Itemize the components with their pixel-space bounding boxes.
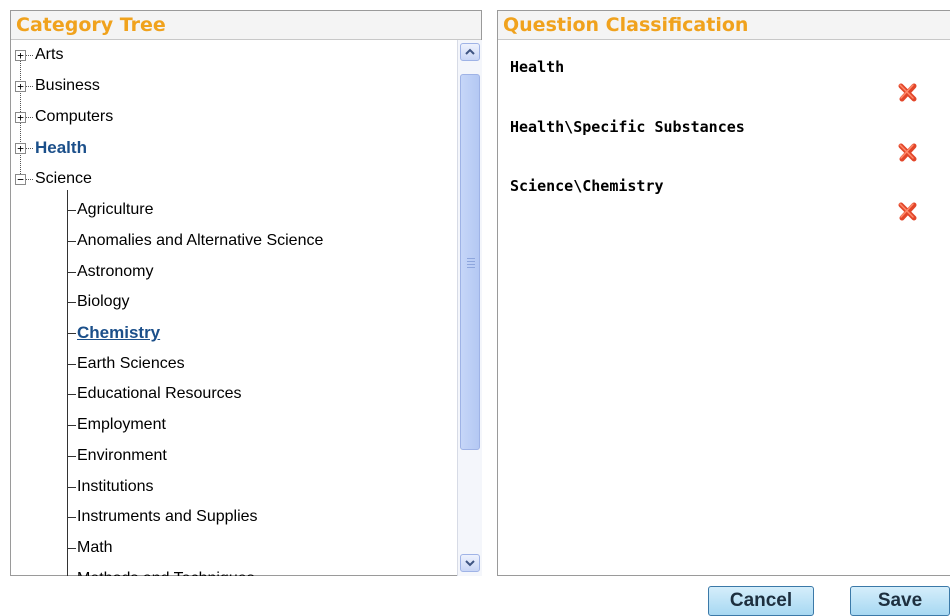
chevron-down-icon (465, 560, 475, 567)
scroll-thumb[interactable] (460, 74, 480, 450)
delete-icon[interactable] (897, 141, 919, 163)
delete-icon[interactable] (897, 81, 919, 103)
tree-item-label[interactable]: Anomalies and Alternative Science (77, 226, 323, 256)
tree-item-label[interactable]: Health (35, 133, 87, 163)
save-button[interactable]: Save (850, 586, 950, 616)
chevron-up-icon (465, 48, 475, 55)
expand-icon[interactable]: + (15, 50, 26, 61)
tree-item-label[interactable]: Instruments and Supplies (77, 502, 258, 532)
tree-scrollbar[interactable] (457, 40, 482, 576)
tree-item-label[interactable]: Computers (35, 102, 113, 132)
collapse-icon[interactable]: − (15, 174, 26, 185)
tree-item-label[interactable]: Arts (35, 40, 63, 70)
tree-item-label[interactable]: Biology (77, 287, 129, 317)
question-classification-panel: Question Classification Health Health\Sp… (497, 10, 950, 576)
tree-item-label[interactable]: Earth Sciences (77, 349, 185, 379)
expand-icon[interactable]: + (15, 143, 26, 154)
tree-item-label[interactable]: Business (35, 71, 100, 101)
tree-item-label[interactable]: Employment (77, 410, 166, 440)
classification-item-label: Science\Chemistry (510, 177, 664, 195)
category-tree-title: Category Tree (11, 11, 481, 40)
category-tree-panel: Category Tree + Arts + Business + Comput… (10, 10, 482, 576)
scroll-down-button[interactable] (460, 554, 480, 572)
expand-icon[interactable]: + (15, 81, 26, 92)
expand-icon[interactable]: + (15, 112, 26, 123)
tree-item-label[interactable]: Institutions (77, 472, 153, 502)
tree-item-label[interactable]: Science (35, 164, 92, 194)
category-tree: + Arts + Business + Computers + Health −… (11, 40, 457, 576)
tree-item-label[interactable]: Chemistry (77, 318, 160, 348)
tree-item-label[interactable]: Educational Resources (77, 379, 242, 409)
tree-item-label[interactable]: Astronomy (77, 257, 153, 287)
question-classification-title: Question Classification (498, 11, 950, 40)
cancel-button[interactable]: Cancel (708, 586, 814, 616)
tree-connector (67, 190, 68, 576)
tree-item-label[interactable]: Environment (77, 441, 167, 471)
classification-item-label: Health\Specific Substances (510, 118, 745, 136)
scroll-up-button[interactable] (460, 43, 480, 61)
tree-item-label[interactable]: Methods and Techniques (77, 564, 255, 576)
classification-item-label: Health (510, 58, 565, 76)
tree-item-label[interactable]: Math (77, 533, 113, 563)
delete-icon[interactable] (897, 200, 919, 222)
tree-item-label[interactable]: Agriculture (77, 195, 153, 225)
